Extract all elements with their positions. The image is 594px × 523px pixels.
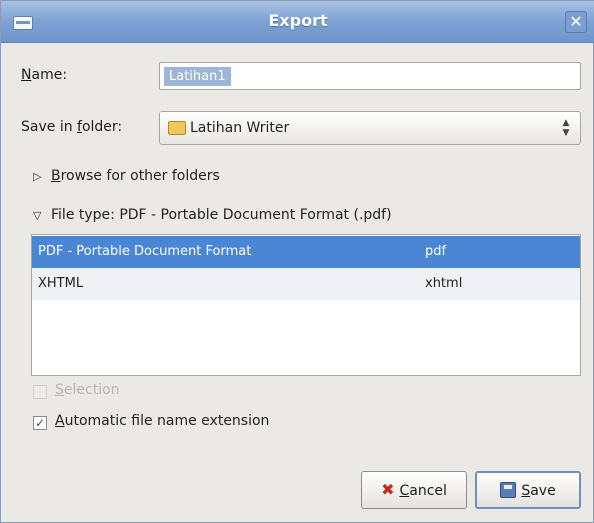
file-type-list[interactable]: PDF - Portable Document Format pdf XHTML… <box>31 234 581 376</box>
file-type-row-xhtml[interactable]: XHTML xhtml <box>32 268 580 300</box>
export-dialog: Export ✕ Name: Latihan1 Save in folder: … <box>0 0 594 523</box>
file-type-label: File type: PDF - Portable Document Forma… <box>51 207 392 223</box>
browse-folders-expander[interactable]: ▷ Browse for other folders <box>33 168 220 184</box>
folder-select-value: Latihan Writer <box>190 120 290 136</box>
save-in-folder-label-prefix: Save in <box>21 119 78 135</box>
floppy-disk-icon <box>500 482 517 498</box>
save-in-folder-label: Save in folder: <box>21 119 122 135</box>
auto-extension-label-rest: utomatic file name extension <box>64 413 270 429</box>
auto-extension-label: Automatic file name extension <box>55 413 269 429</box>
selection-label: Selection <box>55 382 120 398</box>
triangle-right-icon: ▷ <box>33 170 42 183</box>
updown-arrows-icon: ▲ ▼ <box>562 118 570 138</box>
file-type-row-pdf[interactable]: PDF - Portable Document Format pdf <box>32 236 580 268</box>
name-field-value: Latihan1 <box>164 67 231 86</box>
cancel-x-icon: ✖ <box>381 480 395 499</box>
cancel-label-accel: C <box>399 483 410 499</box>
save-label-accel: S <box>521 483 531 499</box>
auto-extension-checkbox[interactable]: ✓ <box>33 416 47 430</box>
save-in-folder-label-rest: older: <box>81 119 123 135</box>
file-type-ext: pdf <box>425 244 447 259</box>
folder-icon <box>168 121 186 135</box>
name-field[interactable]: Latihan1 <box>159 62 581 90</box>
close-button[interactable]: ✕ <box>565 11 587 33</box>
name-label-rest: ame: <box>31 67 68 83</box>
auto-extension-label-accel: A <box>55 413 65 429</box>
browse-label-rest: rowse for other folders <box>60 168 220 184</box>
browse-label-accel: B <box>51 168 61 184</box>
folder-select[interactable]: Latihan Writer ▲ ▼ <box>159 111 581 145</box>
name-label-accel: N <box>21 67 32 83</box>
file-type-name: PDF - Portable Document Format <box>38 244 252 259</box>
selection-label-rest: election <box>63 382 120 398</box>
file-type-expander[interactable]: ▽ File type: PDF - Portable Document Form… <box>33 207 392 223</box>
selection-label-accel: S <box>55 382 64 398</box>
selection-checkbox[interactable] <box>33 385 47 399</box>
window-title: Export <box>268 11 328 30</box>
triangle-down-icon: ▽ <box>33 209 42 222</box>
file-type-ext: xhtml <box>425 276 463 291</box>
name-label: Name: <box>21 67 67 83</box>
cancel-label-rest: ancel <box>409 483 447 499</box>
save-button[interactable]: Save <box>475 471 581 509</box>
save-label-rest: ave <box>530 483 556 499</box>
cancel-button[interactable]: ✖ Cancel <box>361 471 467 509</box>
titlebar[interactable]: Export ✕ <box>1 1 594 43</box>
file-type-name: XHTML <box>38 276 84 291</box>
